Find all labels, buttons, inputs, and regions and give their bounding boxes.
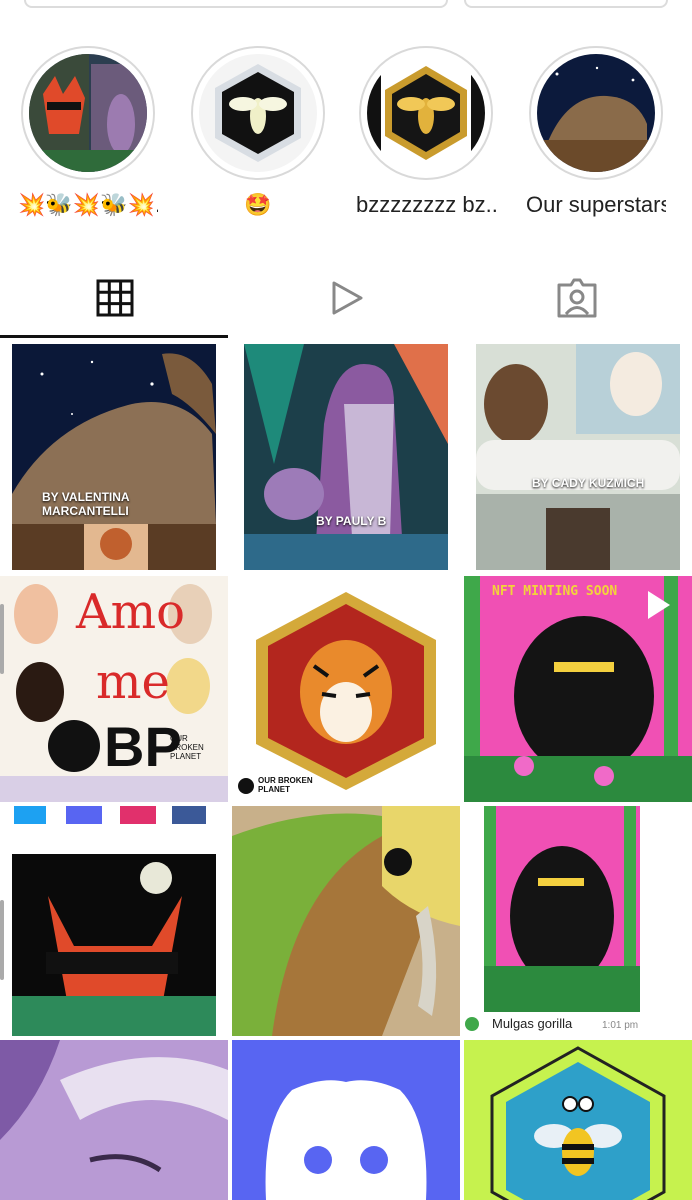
story-highlight-4[interactable]: Our superstars xyxy=(526,46,666,218)
post-tile[interactable] xyxy=(232,1040,460,1200)
play-icon xyxy=(332,281,363,315)
fox-collage-icon xyxy=(29,54,147,172)
post-tile[interactable]: BY CADY KUZMICH xyxy=(476,344,680,570)
message-time: 1:01 pm xyxy=(602,1020,639,1031)
brand-subtext: OUR BROKEN PLANET xyxy=(170,734,204,761)
story-highlight-1[interactable]: 💥🐝💥🐝💥... xyxy=(18,46,158,218)
amo-text: Amo xyxy=(76,584,186,640)
story-ring xyxy=(21,46,155,180)
tab-tagged[interactable] xyxy=(462,258,692,338)
tagged-person-icon xyxy=(557,278,597,318)
message-caption: Mulgas gorilla xyxy=(492,1016,573,1031)
feathers-artwork-image xyxy=(232,806,460,1036)
discord-logo-image xyxy=(232,1040,460,1200)
post-tile[interactable] xyxy=(232,806,460,1036)
share-profile-button-partial[interactable] xyxy=(464,0,668,8)
post-caption: BY CADY KUZMICH xyxy=(532,476,645,490)
brand-subtext: OUR BROKEN PLANET xyxy=(258,776,313,794)
active-tab-indicator xyxy=(0,335,228,338)
post-caption: BY PAULY B xyxy=(316,514,387,528)
top-partial-bar xyxy=(0,0,692,10)
bear-landscape-icon xyxy=(537,54,655,172)
grid-icon xyxy=(96,279,134,317)
scroll-indicator xyxy=(0,900,4,980)
gorilla-message-image xyxy=(464,806,692,1036)
bee-hexagon-silver-icon xyxy=(199,54,317,172)
story-label: Our superstars xyxy=(526,192,666,217)
posts-grid: BY VALENTINA MARCANTELLI BY PAULY B BY C… xyxy=(0,340,692,1200)
post-tile[interactable] xyxy=(0,1040,228,1200)
story-ring xyxy=(191,46,325,180)
edit-profile-button-partial[interactable] xyxy=(24,0,448,8)
post-tile[interactable]: Mulgas gorilla 1:01 pm xyxy=(464,806,692,1036)
story-label: 💥🐝💥🐝💥... xyxy=(18,192,158,217)
story-highlights: 💥🐝💥🐝💥... 🤩 bzzzzzzzz bz... Our superstar… xyxy=(0,46,692,226)
post-tile[interactable] xyxy=(464,1040,692,1200)
scroll-indicator xyxy=(0,604,4,674)
post-tile[interactable]: NFT MINTING SOON xyxy=(464,576,692,802)
profile-tabs xyxy=(0,258,692,340)
story-label: bzzzzzzzz bz... xyxy=(356,192,496,217)
post-tile[interactable]: BY VALENTINA MARCANTELLI xyxy=(12,344,216,570)
meerkat-artwork-image xyxy=(244,344,448,570)
post-tile[interactable] xyxy=(12,806,216,1036)
post-title: NFT MINTING SOON xyxy=(492,584,618,599)
story-ring xyxy=(359,46,493,180)
video-play-icon xyxy=(648,591,670,619)
bear-artwork-image xyxy=(12,344,216,570)
post-tile[interactable]: BY PAULY B xyxy=(244,344,448,570)
story-highlight-2[interactable]: 🤩 xyxy=(188,46,328,218)
purple-artwork-image xyxy=(0,1040,228,1200)
tab-posts[interactable] xyxy=(0,258,230,338)
me-text: me xyxy=(96,654,170,710)
post-tile[interactable]: OUR BROKEN PLANET xyxy=(232,576,460,802)
tiger-hexagon-image xyxy=(232,576,460,802)
bathtub-artwork-image xyxy=(476,344,680,570)
tab-reels[interactable] xyxy=(231,258,461,338)
story-label: 🤩 xyxy=(244,192,272,217)
post-caption: BY VALENTINA MARCANTELLI xyxy=(42,490,130,518)
story-highlight-3[interactable]: bzzzzzzzz bz... xyxy=(356,46,496,218)
post-tile[interactable]: Amo me BP OUR BROKEN PLANET xyxy=(0,576,228,802)
story-ring xyxy=(529,46,663,180)
fox-artwork-image xyxy=(12,806,216,1036)
bee-hexagon-gold-icon xyxy=(367,54,485,172)
bee-hexagon-lime-image xyxy=(464,1040,692,1200)
